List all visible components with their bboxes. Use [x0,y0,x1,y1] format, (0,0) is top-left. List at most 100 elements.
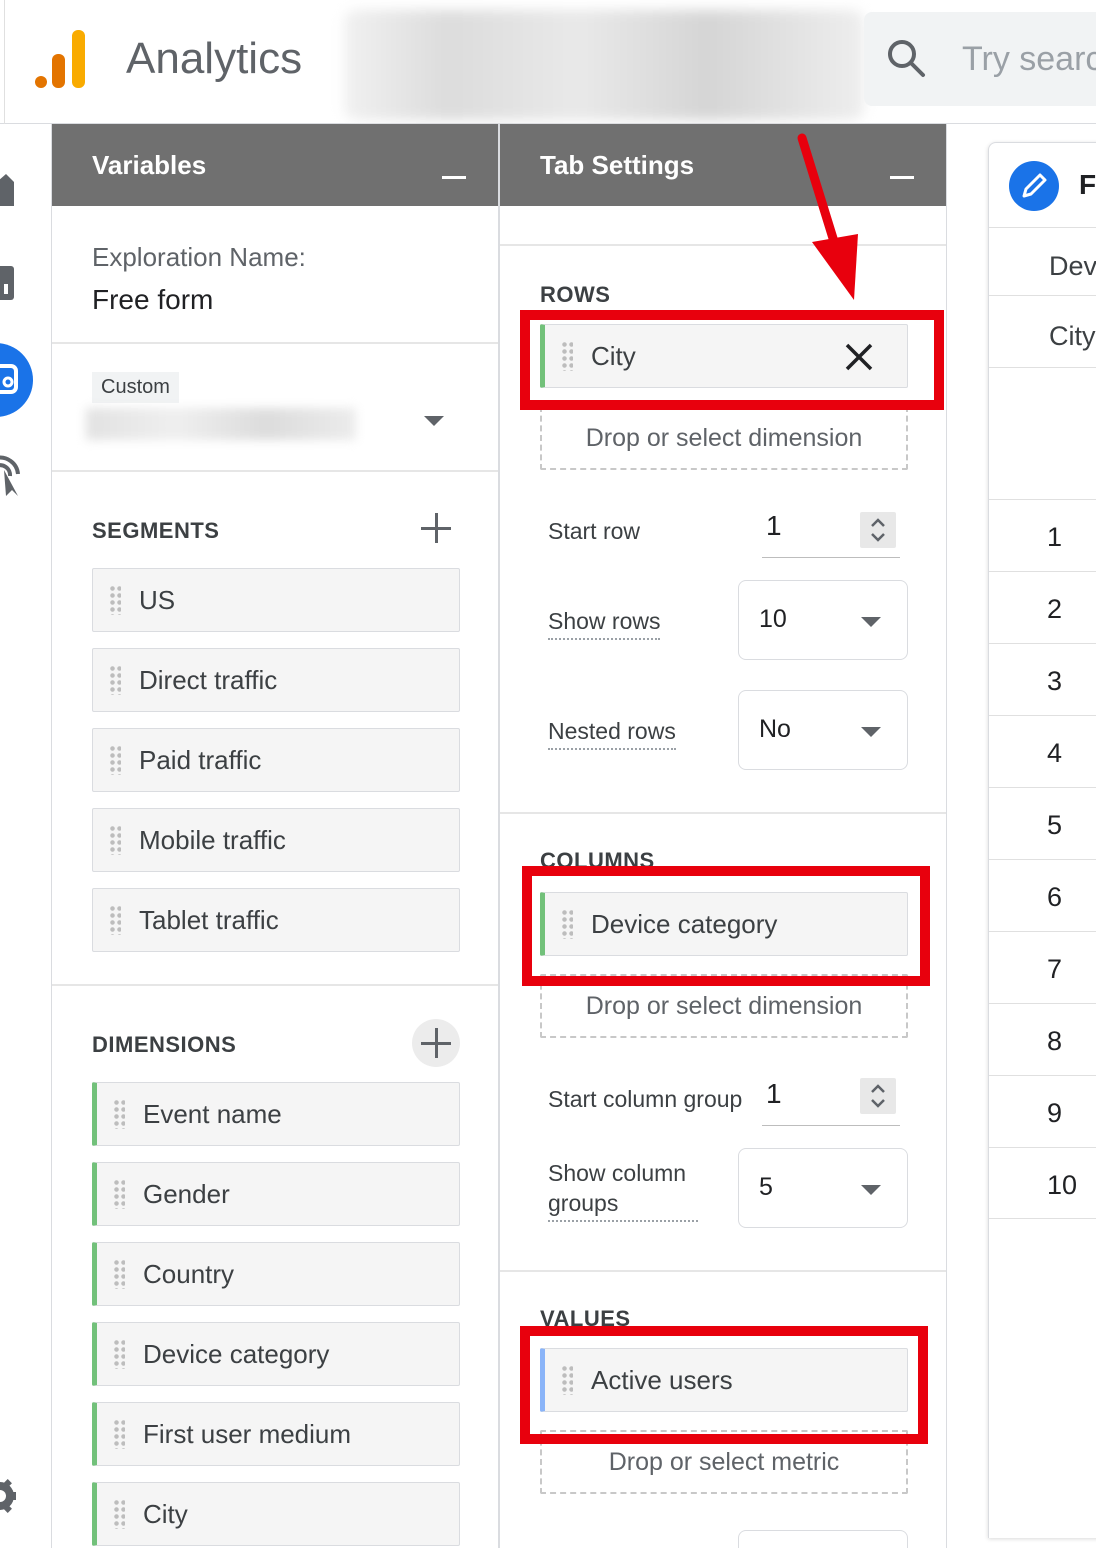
date-range-blurred[interactable] [86,408,356,440]
nested-rows-label[interactable]: Nested rows [548,716,676,750]
divider [52,984,498,986]
drag-handle-icon[interactable] [109,825,121,855]
divider [989,367,1096,368]
drag-handle-icon[interactable] [113,1339,125,1369]
variables-panel-header: Variables [52,124,498,206]
dimension-chip[interactable]: Gender [92,1162,460,1226]
segments-label: SEGMENTS [92,518,220,543]
dropdown-arrow-icon [861,617,881,627]
drag-handle-icon[interactable] [113,1499,125,1529]
window-edge [4,0,5,124]
preview-tab-title[interactable]: Fr [1079,169,1096,201]
stepper-chevrons-icon[interactable] [860,512,896,548]
segment-chip[interactable]: Tablet traffic [92,888,460,952]
add-segment-plus-icon[interactable] [412,504,460,552]
divider [52,342,498,344]
edit-pencil-icon[interactable] [1009,161,1059,211]
add-dimension-plus-icon[interactable] [412,1019,460,1067]
drag-handle-icon[interactable] [113,1179,125,1209]
drag-handle-icon[interactable] [109,585,121,615]
show-column-groups-label[interactable]: Show column groups [548,1158,698,1222]
start-column-group-label: Start column group [548,1086,743,1112]
minimize-icon[interactable] [442,176,466,179]
settings-gear-icon[interactable] [0,1476,18,1516]
analytics-logo-icon[interactable] [34,28,90,90]
row-number: 1 [1047,522,1063,552]
dimensions-label: DIMENSIONS [92,1032,237,1057]
row-number: 2 [1047,594,1063,624]
date-range-dropdown-icon[interactable] [424,416,444,426]
app-title: Analytics [126,34,303,83]
start-row-value: 1 [766,510,782,541]
segment-chip[interactable]: Direct traffic [92,648,460,712]
divider [52,470,498,472]
dimension-label: Device category [143,1338,330,1369]
search-placeholder[interactable]: Try search [962,40,1096,79]
table-row: 4 [989,715,1096,787]
cell-type-select-partial[interactable] [738,1530,908,1548]
top-bar: Analytics Try search [0,0,1096,124]
segment-chip[interactable]: US [92,568,460,632]
row-number: 7 [1047,954,1063,984]
left-nav-rail [0,124,50,1548]
exploration-name-label: Exploration Name: [92,242,306,272]
show-column-groups-select[interactable]: 5 [738,1148,908,1228]
drag-handle-icon[interactable] [109,745,121,775]
dimension-chip[interactable]: Country [92,1242,460,1306]
rows-dropzone[interactable]: Drop or select dimension [540,406,908,470]
preview-column-header: Dev [1049,251,1096,281]
preview-row-header: City [1049,321,1096,351]
drag-handle-icon[interactable] [113,1419,125,1449]
dropdown-arrow-icon [861,727,881,737]
drag-handle-icon[interactable] [113,1259,125,1289]
segment-chip[interactable]: Paid traffic [92,728,460,792]
start-row-label: Start row [548,518,641,544]
dimension-chip[interactable]: Device category [92,1322,460,1386]
divider [500,244,946,246]
dimension-label: Event name [143,1098,282,1129]
red-arrow-annotation-icon [797,133,858,300]
reports-icon[interactable] [0,264,16,304]
table-row: 3 [989,643,1096,715]
show-rows-label[interactable]: Show rows [548,606,661,640]
divider [989,295,1096,296]
dimension-label: City [143,1498,188,1529]
explore-icon[interactable] [0,342,34,418]
search-icon[interactable] [886,38,926,78]
dimension-chip[interactable]: Event name [92,1082,460,1146]
account-selector-blurred[interactable] [344,10,864,120]
row-number: 4 [1047,738,1063,768]
divider [500,1270,946,1272]
exploration-name-value[interactable]: Free form [92,284,213,316]
segment-chip[interactable]: Mobile traffic [92,808,460,872]
exploration-preview-canvas: Fr Dev City 1 2 3 4 5 6 7 8 9 10 [988,142,1096,1538]
minimize-icon[interactable] [890,176,914,179]
row-number: 6 [1047,882,1063,912]
table-row: 1 [989,499,1096,571]
dimension-chip[interactable]: First user medium [92,1402,460,1466]
variables-panel-title: Variables [92,150,207,180]
table-row: 7 [989,931,1096,1003]
show-rows-select[interactable]: 10 [738,580,908,660]
advertising-icon[interactable] [0,454,22,498]
start-row-spinner[interactable] [860,512,896,548]
drag-handle-icon[interactable] [109,665,121,695]
columns-highlight-annotation [522,866,930,986]
table-row: 10 [989,1147,1096,1219]
row-number: 10 [1047,1170,1078,1200]
table-row: 9 [989,1075,1096,1147]
row-number: 5 [1047,810,1063,840]
nested-rows-select[interactable]: No [738,690,908,770]
row-number: 3 [1047,666,1063,696]
stepper-chevrons-icon[interactable] [860,1078,896,1114]
home-icon[interactable] [0,168,16,208]
variables-panel: Variables Exploration Name: Free form Cu… [51,124,499,1548]
drag-handle-icon[interactable] [113,1099,125,1129]
table-row: 6 [989,859,1096,931]
drag-handle-icon[interactable] [109,905,121,935]
start-column-group-spinner[interactable] [860,1078,896,1114]
dimension-chip[interactable]: City [92,1482,460,1546]
divider [500,812,946,814]
dimension-label: First user medium [143,1418,352,1449]
segment-label: Mobile traffic [139,824,286,855]
